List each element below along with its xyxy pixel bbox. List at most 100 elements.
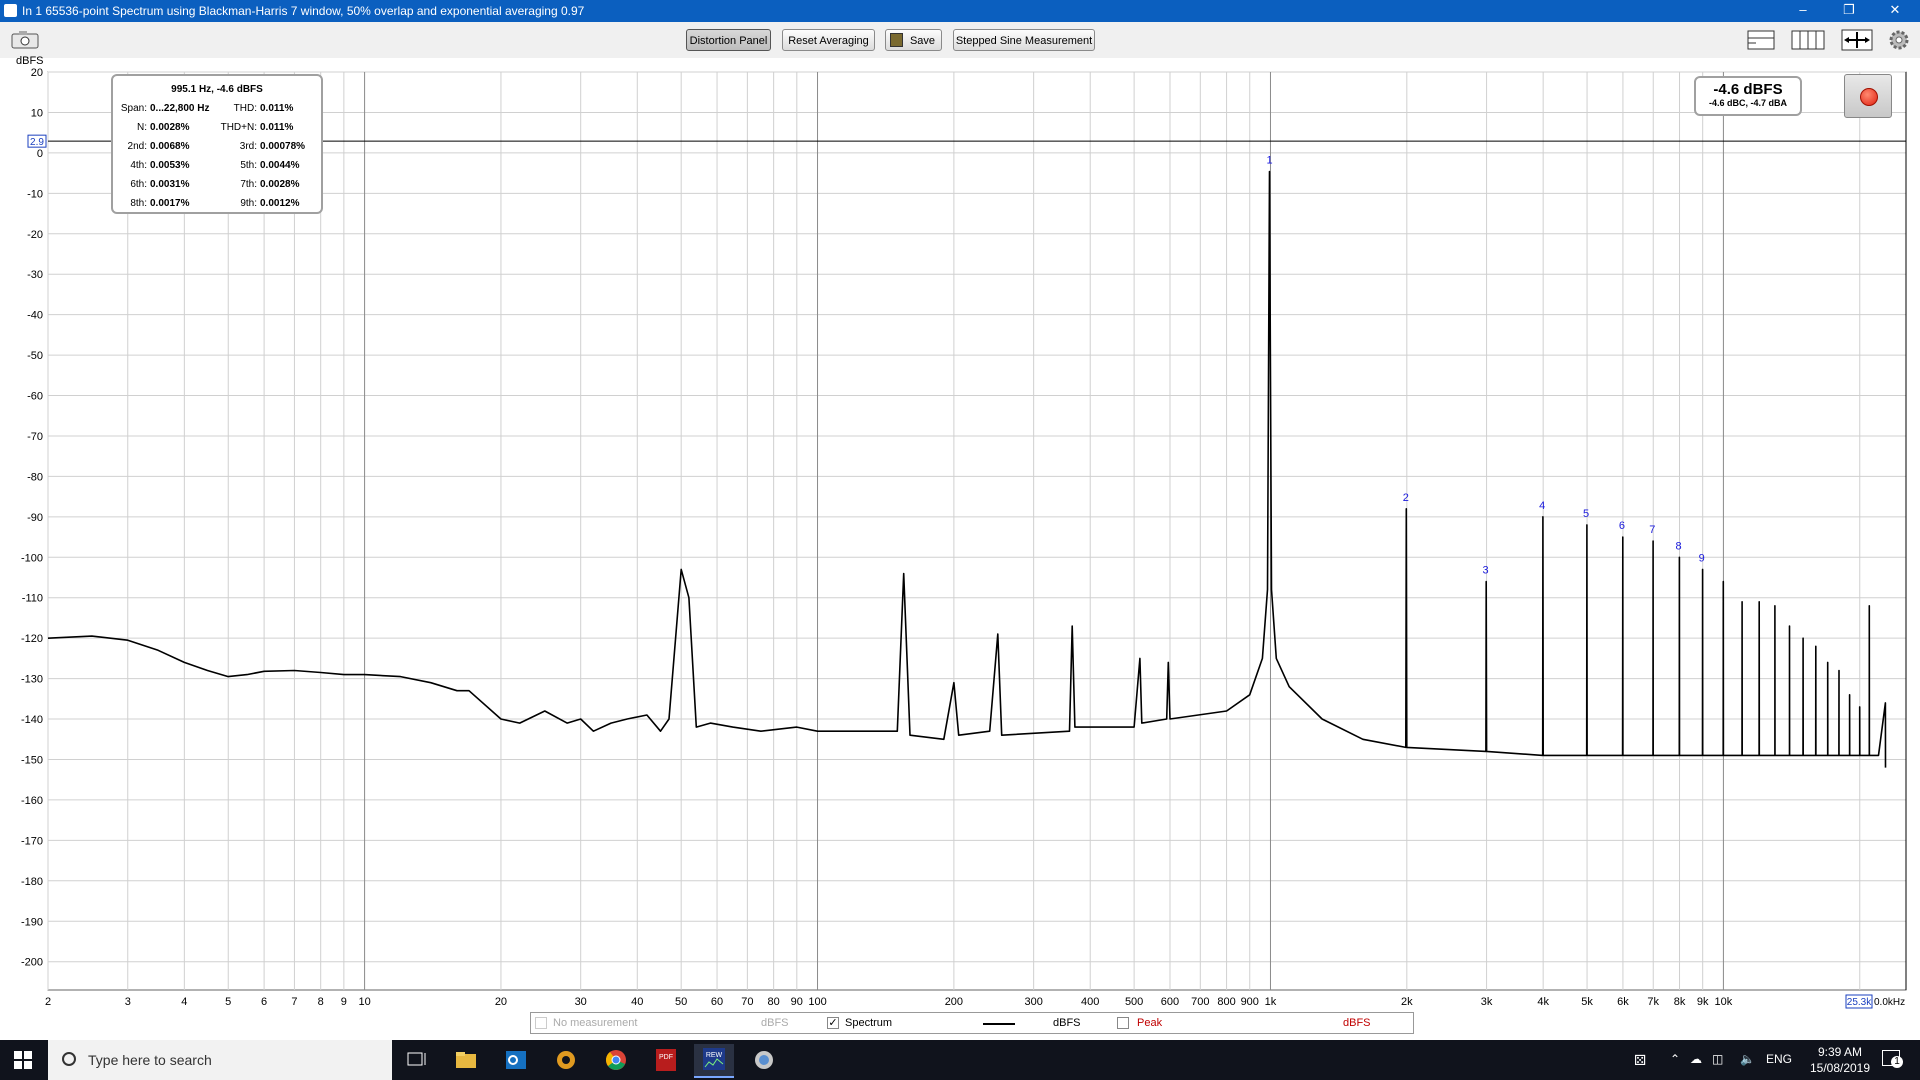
taskbar: Type here to search PDF REW ⚄ ⌃ ☁ ◫ 🔈 EN…	[0, 1040, 1920, 1080]
record-button[interactable]	[1844, 74, 1892, 118]
x-tick-label: 200	[945, 996, 963, 1008]
x-tick-label: 700	[1191, 996, 1209, 1008]
x-tick-label: 2k	[1401, 996, 1413, 1008]
x-tick-label: 9k	[1697, 996, 1709, 1008]
y-tick-label: 10	[31, 107, 43, 119]
rew-app-icon[interactable]: REW	[694, 1044, 734, 1078]
x-tick-label: 80	[768, 996, 780, 1008]
y-tick-label: -90	[27, 512, 43, 524]
x-tick-label: 10	[358, 996, 370, 1008]
record-icon	[1860, 88, 1878, 106]
notifications-icon[interactable]: 1	[1882, 1050, 1903, 1068]
info-panel-header: 995.1 Hz, -4.6 dBFS	[171, 84, 263, 95]
spectrum-label: Spectrum	[845, 1017, 893, 1029]
info-label: THD:	[233, 103, 257, 114]
y-tick-label: -70	[27, 431, 43, 443]
task-view-icon[interactable]	[396, 1044, 436, 1076]
y-tick-label: -180	[21, 876, 43, 888]
info-value: 0...22,800 Hz	[150, 103, 210, 114]
y-tick-label: -110	[22, 593, 43, 605]
info-value: 0.0031%	[150, 179, 190, 190]
x-tick-label: 9	[341, 996, 347, 1008]
peak-label: Peak	[1137, 1017, 1163, 1029]
x-tick-label: 8k	[1674, 996, 1686, 1008]
x-tick-label: 10k	[1715, 996, 1733, 1008]
y-tick-label: -150	[21, 754, 43, 766]
info-value: 0.00078%	[260, 141, 306, 152]
info-label: 9th:	[240, 198, 257, 209]
x-tick-labels: 2 3 4 5 6 7 8 9 10 20 30 40 50 60 70 80 90 100 200 300 400 50…	[45, 996, 1869, 1008]
harmonic-marker-label: 9	[1699, 552, 1705, 564]
info-value: 0.011%	[260, 122, 294, 133]
y-tick-label: -130	[21, 674, 43, 686]
language-indicator[interactable]: ENG	[1766, 1052, 1792, 1066]
file-explorer-icon[interactable]	[446, 1044, 486, 1076]
x-tick-label: 6k	[1617, 996, 1629, 1008]
pdf-app-icon[interactable]: PDF	[646, 1044, 686, 1076]
y-tick-label: -170	[21, 835, 43, 847]
info-value: 0.0028%	[150, 122, 190, 133]
spectrum-unit: dBFS	[1053, 1017, 1081, 1029]
info-value: 0.0044%	[260, 160, 300, 171]
legend-bar: No measurement dBFS ✓ Spectrum dBFS Peak…	[530, 1012, 1414, 1034]
svg-text:PDF: PDF	[659, 1054, 673, 1061]
y-tick-label: -100	[21, 552, 43, 564]
info-label: N:	[137, 122, 147, 133]
x-tick-label: 6	[261, 996, 267, 1008]
search-placeholder: Type here to search	[88, 1052, 212, 1068]
clock[interactable]: 9:39 AM 15/08/2019	[1800, 1044, 1880, 1076]
y-tick-label: -10	[27, 188, 43, 200]
x-cursor-value: 25.3k	[1847, 997, 1872, 1008]
windows-start-icon[interactable]	[14, 1051, 32, 1069]
x-tick-label: 70	[741, 996, 753, 1008]
y-tick-label: -40	[27, 310, 43, 322]
info-value: 0.0012%	[260, 198, 300, 209]
x-tick-label: 2	[45, 996, 51, 1008]
x-tick-label: 60	[711, 996, 723, 1008]
spectrum-checkbox[interactable]: ✓	[827, 1017, 839, 1029]
info-value: 0.0053%	[150, 160, 190, 171]
x-tick-label: 40	[631, 996, 643, 1008]
no-measurement-checkbox[interactable]	[535, 1017, 547, 1029]
x-tick-label: 500	[1125, 996, 1143, 1008]
outlook-icon[interactable]	[496, 1044, 536, 1076]
harmonic-marker-label: 5	[1583, 508, 1589, 520]
x-tick-label: 100	[808, 996, 826, 1008]
level-readout-main: -4.6 dBFS	[1713, 81, 1783, 98]
info-value: 0.0068%	[150, 141, 190, 152]
java-app-icon[interactable]	[744, 1044, 784, 1076]
x-tick-label: 4	[181, 996, 187, 1008]
onedrive-icon[interactable]: ☁	[1690, 1052, 1702, 1066]
y-tick-label: -60	[27, 391, 43, 403]
level-cursor-value: 2.9	[30, 137, 44, 148]
distortion-info-panel[interactable]: 995.1 Hz, -4.6 dBFS Span: 0...22,800 Hz TH…	[111, 74, 323, 214]
x-tick-label: 600	[1161, 996, 1179, 1008]
chrome-icon[interactable]	[596, 1044, 636, 1076]
peak-unit: dBFS	[1343, 1017, 1371, 1029]
info-label: THD+N:	[220, 122, 257, 133]
x-axis-unit: 0.0kHz	[1874, 997, 1905, 1008]
x-tick-label: 20	[495, 996, 507, 1008]
x-tick-label: 1k	[1265, 996, 1277, 1008]
y-tick-label: -190	[21, 916, 43, 928]
y-tick-label: -200	[21, 957, 43, 969]
harmonic-marker-label: 1	[1266, 154, 1272, 166]
plot-area[interactable]	[47, 71, 1907, 991]
x-tick-label: 5	[225, 996, 231, 1008]
clock-time: 9:39 AM	[1817, 1045, 1863, 1059]
chevron-up-icon[interactable]: ⌃	[1670, 1052, 1680, 1066]
info-label: 7th:	[240, 179, 257, 190]
info-label: 8th:	[130, 198, 147, 209]
x-tick-label: 900	[1241, 996, 1259, 1008]
peak-checkbox[interactable]	[1117, 1017, 1129, 1029]
x-tick-label: 90	[791, 996, 803, 1008]
svg-text:REW: REW	[706, 1052, 723, 1059]
paint-app-icon[interactable]	[546, 1044, 586, 1076]
volume-icon[interactable]: 🔈	[1740, 1052, 1755, 1066]
network-icon[interactable]: ◫	[1712, 1052, 1723, 1066]
taskbar-search[interactable]: Type here to search	[48, 1040, 392, 1080]
people-icon[interactable]: ⚄	[1634, 1052, 1646, 1069]
harmonic-marker-label: 8	[1675, 540, 1681, 552]
x-tick-label: 3	[125, 996, 131, 1008]
y-tick-label: -80	[27, 471, 43, 483]
